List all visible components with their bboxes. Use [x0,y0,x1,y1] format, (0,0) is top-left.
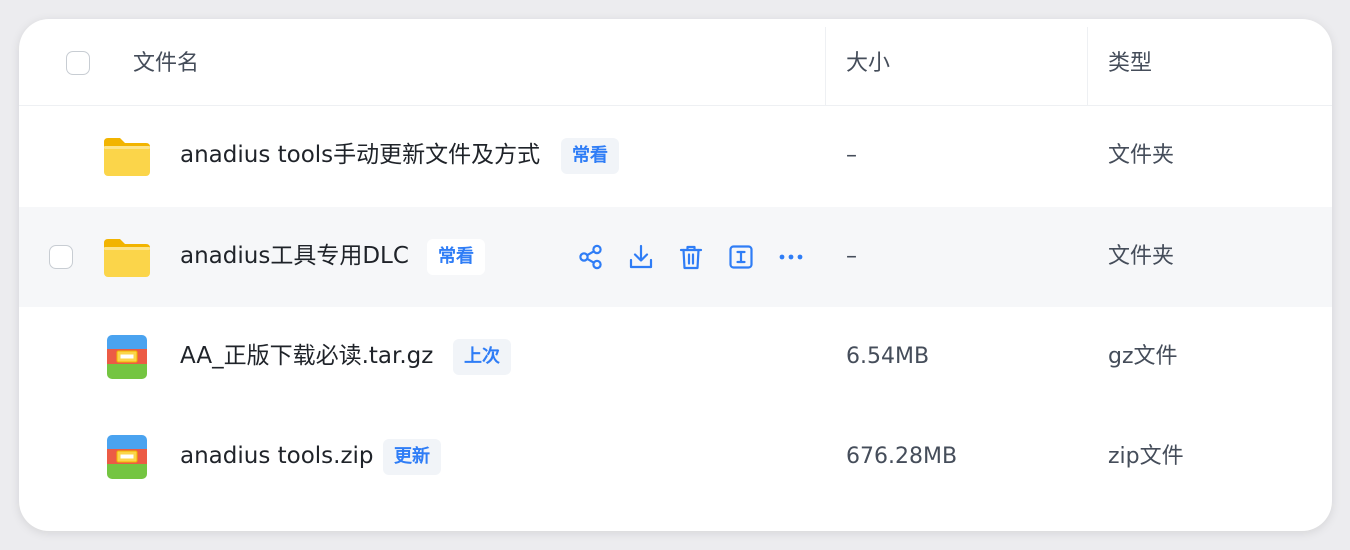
more-icon[interactable] [774,240,808,274]
file-tag: 常看 [427,239,485,275]
rename-icon[interactable] [724,240,758,274]
file-name[interactable]: anadius tools.zip [180,442,374,470]
table-header: 文件名 大小 类型 [19,19,1332,106]
row-checkbox[interactable] [49,245,73,269]
table-row[interactable]: anadius tools手动更新文件及方式 常看 – 文件夹 [19,106,1332,206]
folder-icon [102,235,152,279]
folder-icon [102,134,152,178]
select-all-checkbox[interactable] [66,51,90,75]
column-divider[interactable] [825,27,826,105]
file-type: 文件夹 [1108,244,1175,269]
file-size: 6.54MB [846,344,930,369]
file-size: – [846,244,857,269]
file-tag: 常看 [561,138,619,174]
column-header-type[interactable]: 类型 [1108,52,1152,76]
archive-icon [102,335,152,379]
table-row[interactable]: AA_正版下载必读.tar.gz 上次 6.54MB gz文件 [19,307,1332,407]
file-tag: 上次 [453,339,511,375]
file-type: 文件夹 [1108,143,1175,168]
file-name[interactable]: AA_正版下载必读.tar.gz [180,342,433,370]
file-name[interactable]: anadius tools手动更新文件及方式 [180,141,540,169]
trash-icon[interactable] [674,240,708,274]
file-size: 676.28MB [846,444,958,469]
file-size: – [846,143,857,168]
file-list-panel: 文件名 大小 类型 anadius tools手动更新文件及方式 常看 – 文件… [19,19,1332,531]
file-type: gz文件 [1108,344,1178,369]
file-name[interactable]: anadius工具专用DLC [180,242,409,270]
column-header-name[interactable]: 文件名 [133,52,199,76]
column-divider[interactable] [1087,27,1088,105]
table-row[interactable]: anadius tools.zip 更新 676.28MB zip文件 [19,407,1332,507]
file-tag: 更新 [383,439,441,475]
download-icon[interactable] [624,240,658,274]
column-header-size[interactable]: 大小 [846,52,890,76]
archive-icon [102,435,152,479]
share-icon[interactable] [574,240,608,274]
table-row[interactable]: anadius工具专用DLC 常看 – 文件夹 [19,207,1332,307]
file-type: zip文件 [1108,444,1184,469]
